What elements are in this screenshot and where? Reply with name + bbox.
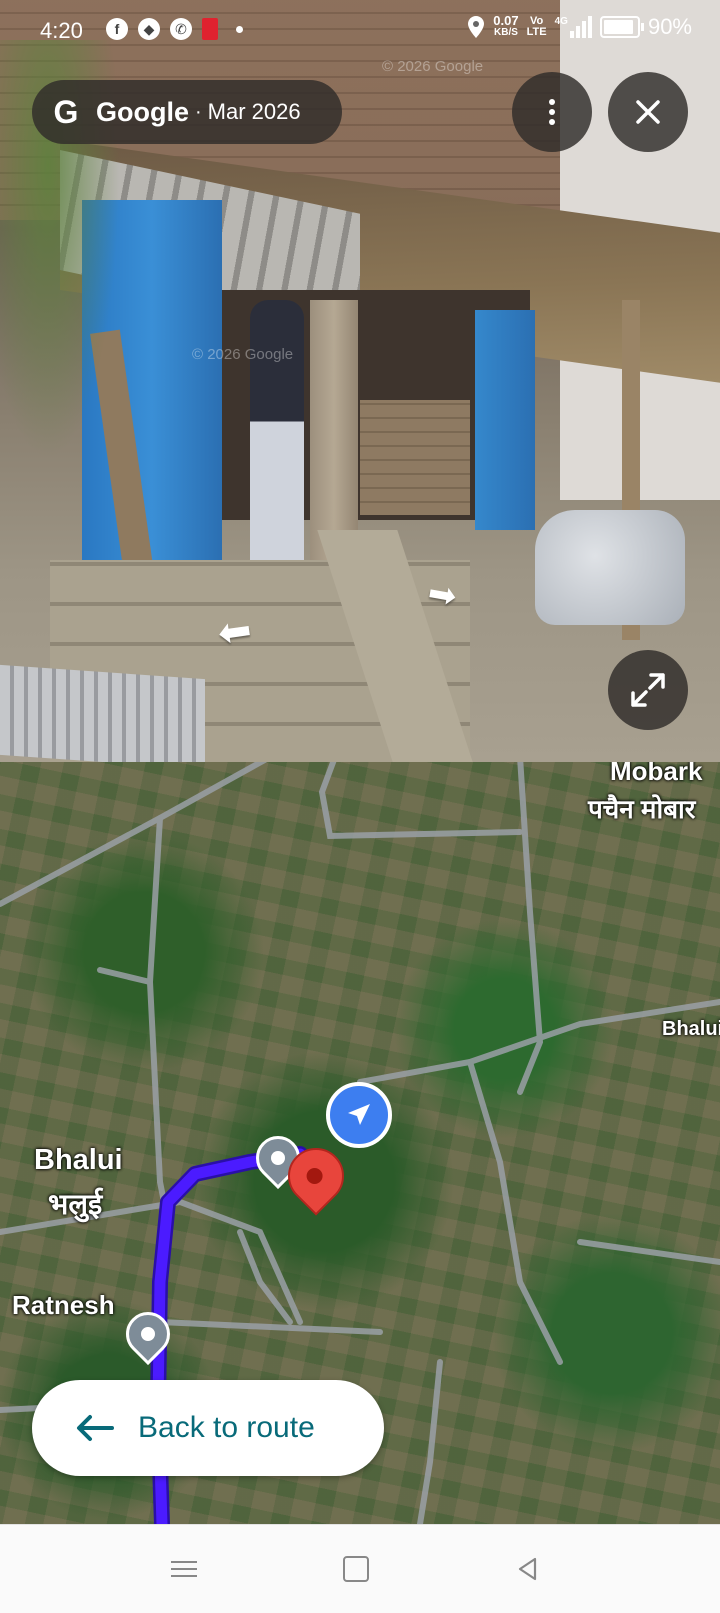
google-logo-icon: G [53,94,79,130]
shop-counter [360,400,470,515]
map-label-place-hindi: पचैन मोबार [588,794,696,824]
watermark: © 2026 Google [192,346,294,363]
tin-sheet [0,664,205,762]
data-speed-value: 0.07 [493,13,519,28]
app-notification-icon [202,18,218,40]
network-type: 4G [554,16,568,27]
expand-button[interactable] [608,650,688,730]
street-view-info-chip[interactable]: G Google · Mar 2026 [32,80,342,144]
close-button[interactable] [608,72,688,152]
map-label-village: Bhalui [34,1144,123,1176]
separator: · [195,100,202,123]
signal-icon: 4G [555,16,592,38]
more-notifications-icon [236,25,243,33]
battery-percent: 90% [647,14,692,39]
back-icon[interactable] [512,1553,544,1585]
messenger-icon: ◆ [138,18,160,40]
map-label-place: Mobark [610,762,703,786]
more-vertical-icon [549,99,555,125]
map-label-village-hindi: भलुई [48,1189,103,1221]
volte-indicator: Vo LTE [526,15,547,38]
back-to-route-label: Back to route [138,1411,315,1444]
street-nav-arrow-right-icon[interactable]: ➡ [425,574,460,616]
arrow-left-icon [77,1415,114,1441]
person [250,300,304,570]
status-time: 4:20 [40,18,83,43]
map-label-road: Bhalui [662,1018,720,1040]
navigation-arrow-button[interactable] [326,1082,392,1148]
street-view-provider: Google [96,96,189,127]
notification-icons: f ◆ ✆ [106,18,243,40]
expand-icon [631,673,665,707]
location-icon [468,16,485,38]
street-view-date: Mar 2026 [207,99,301,124]
system-navigation-bar [0,1524,720,1613]
navigation-arrow-icon [348,1104,370,1125]
sack [535,510,685,625]
home-icon[interactable] [340,1553,372,1585]
more-options-button[interactable] [512,72,592,152]
street-nav-arrow-left-icon[interactable]: ⬅ [215,608,254,656]
map-label-poi[interactable]: Ratnesh [12,1290,115,1321]
menu-icon[interactable] [168,1553,200,1585]
blue-door-right [475,310,535,530]
battery-icon [599,16,644,38]
status-right: 0.07 KB/S Vo LTE 4G 90% [467,14,692,40]
status-bar: 4:20 f ◆ ✆ 0.07 KB/S Vo LTE 4G 90% [0,0,720,62]
back-to-route-button[interactable]: Back to route [32,1380,384,1476]
facebook-icon: f [106,18,128,40]
data-speed-unit: KB/S [494,27,518,38]
whatsapp-icon: ✆ [170,18,192,40]
close-icon [636,100,660,124]
data-speed: 0.07 KB/S [493,13,519,39]
